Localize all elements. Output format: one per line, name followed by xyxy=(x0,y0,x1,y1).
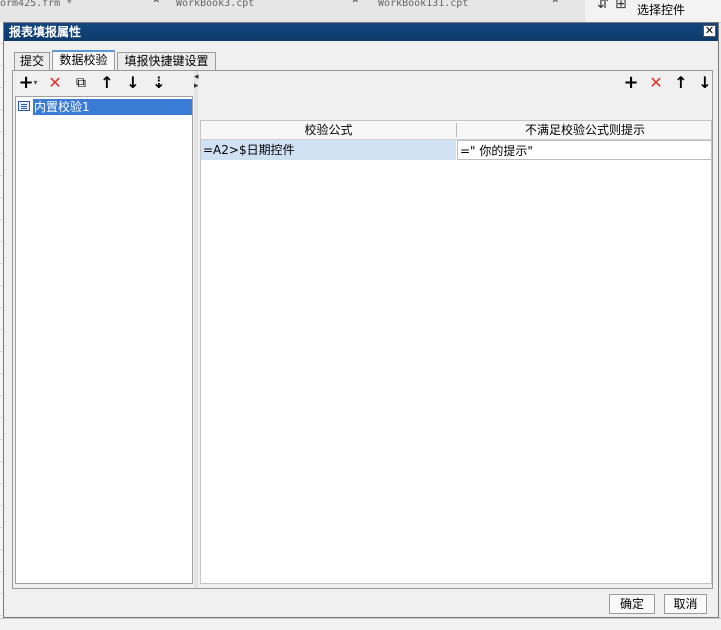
toolbar-arrows-icon[interactable]: ⇵ xyxy=(597,0,609,12)
editor-tab-workbook131[interactable]: WorkBook131.cpt xyxy=(378,0,548,12)
editor-tab-strip: orm425.frm * × × WorkBook3.cpt × WorkBoo… xyxy=(0,0,721,23)
ok-button[interactable]: 确定 xyxy=(609,594,655,614)
move-down-icon[interactable]: ↓ xyxy=(123,73,143,93)
tab-submit[interactable]: 提交 xyxy=(14,52,50,70)
editor-tab-workbook3[interactable]: WorkBook3.cpt xyxy=(176,0,356,12)
formula-cell[interactable]: =A2>$日期控件 xyxy=(201,140,456,160)
validation-list[interactable]: 内置校验1 xyxy=(15,96,193,584)
tab-data-validation[interactable]: 数据校验 xyxy=(52,50,115,71)
validation-formula-table: 校验公式 不满足校验公式则提示 =A2>$日期控件 =" 你的提示" xyxy=(200,120,712,584)
select-control-panel: ⇵ ⊞ 选择控件 xyxy=(585,0,721,22)
close-icon[interactable]: × xyxy=(552,0,559,8)
validation-panel: +▾ ✕ ⧉ ↑ ↓ ⇣ 内置校验1 ◂ ▸ + ✕ ↑ ↓ 校验公式 不满足校… xyxy=(12,70,713,589)
list-item[interactable]: 内置校验1 xyxy=(18,99,192,115)
list-toolbar: +▾ ✕ ⧉ ↑ ↓ ⇣ xyxy=(15,73,191,95)
editor-tab-orm425[interactable]: orm425.frm * × xyxy=(0,0,150,12)
column-header-prompt[interactable]: 不满足校验公式则提示 xyxy=(457,121,711,139)
collapse-left-icon[interactable]: ◂ xyxy=(194,73,199,82)
dialog-titlebar: 报表填报属性 ✕ xyxy=(4,23,718,41)
editor-tab-label: WorkBook131.cpt xyxy=(378,0,469,9)
delete-icon[interactable]: ✕ xyxy=(646,73,666,93)
editor-tab-label: orm425.frm * xyxy=(0,0,73,9)
validation-item-icon xyxy=(18,101,30,111)
cancel-button[interactable]: 取消 xyxy=(664,594,707,614)
move-up-icon[interactable]: ↑ xyxy=(97,73,117,93)
sort-icon[interactable]: ⇣ xyxy=(149,73,169,93)
grid-toolbar: + ✕ ↑ ↓ xyxy=(603,73,711,95)
table-row[interactable]: =A2>$日期控件 =" 你的提示" xyxy=(201,140,711,160)
dialog-title: 报表填报属性 xyxy=(9,25,82,39)
layout-icon[interactable]: ⊞ xyxy=(615,0,627,12)
table-header: 校验公式 不满足校验公式则提示 xyxy=(201,121,711,140)
panel-splitter[interactable]: ◂ ▸ xyxy=(194,71,199,588)
list-item-label[interactable]: 内置校验1 xyxy=(33,99,192,115)
add-dropdown-icon[interactable]: +▾ xyxy=(15,73,41,93)
column-header-formula[interactable]: 校验公式 xyxy=(201,121,456,139)
move-up-icon[interactable]: ↑ xyxy=(671,73,691,93)
close-button[interactable]: ✕ xyxy=(703,25,716,37)
delete-icon[interactable]: ✕ xyxy=(45,73,65,93)
report-fill-properties-dialog: 报表填报属性 ✕ 提交 数据校验 填报快捷键设置 +▾ ✕ ⧉ ↑ ↓ ⇣ 内置… xyxy=(3,22,719,618)
tab-shortcut-settings[interactable]: 填报快捷键设置 xyxy=(117,52,216,70)
add-icon[interactable]: + xyxy=(621,73,641,93)
copy-icon[interactable]: ⧉ xyxy=(71,73,91,93)
editor-tab-label: WorkBook3.cpt xyxy=(176,0,255,9)
close-icon[interactable]: × xyxy=(352,0,359,8)
select-control-label[interactable]: 选择控件 xyxy=(637,1,685,18)
prompt-cell[interactable]: =" 你的提示" xyxy=(457,140,711,160)
collapse-right-icon[interactable]: ▸ xyxy=(194,82,199,91)
sheet-bottom xyxy=(0,618,721,630)
move-down-icon[interactable]: ↓ xyxy=(695,73,715,93)
close-icon[interactable]: × xyxy=(153,0,160,8)
